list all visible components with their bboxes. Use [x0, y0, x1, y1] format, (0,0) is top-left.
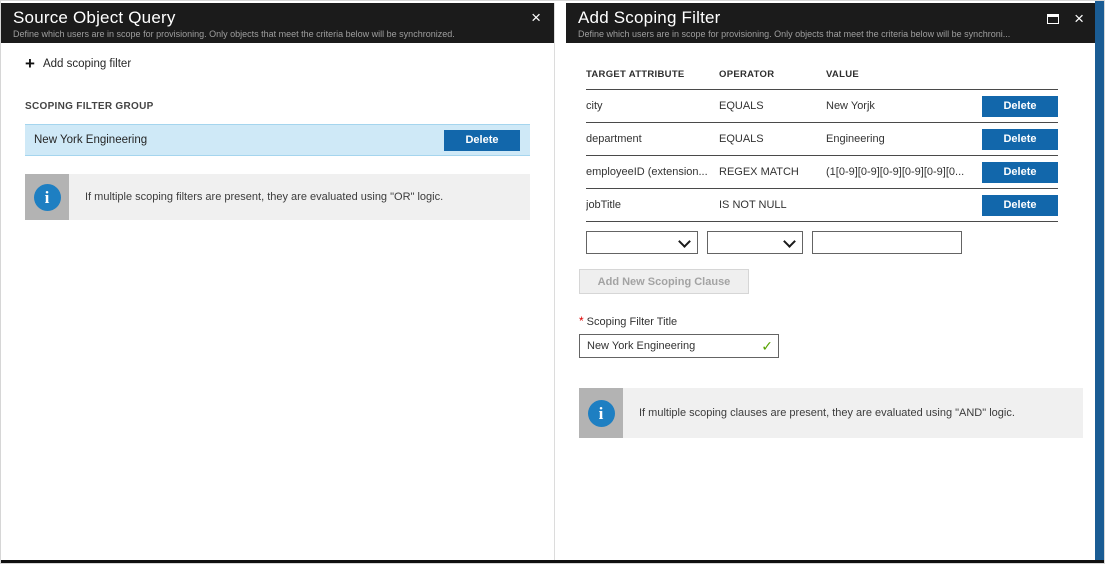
add-new-scoping-clause-button[interactable]: Add New Scoping Clause	[579, 269, 749, 294]
new-clause-row	[586, 231, 1097, 254]
clause-operator: EQUALS	[719, 123, 826, 156]
plus-icon: +	[25, 57, 35, 71]
add-scoping-filter-header: Add Scoping Filter Define which users ar…	[566, 3, 1097, 43]
clause-operator: IS NOT NULL	[719, 189, 826, 222]
scoping-clauses-table: TARGET ATTRIBUTE OPERATOR VALUE city EQU…	[586, 57, 1058, 222]
column-header-operator: OPERATOR	[719, 57, 826, 90]
clause-value	[826, 189, 982, 222]
info-icon-cell: i	[579, 388, 623, 438]
table-row-actions: Delete	[982, 156, 1058, 189]
delete-filter-group-button[interactable]: Delete	[444, 130, 520, 151]
clause-operator: EQUALS	[719, 90, 826, 123]
add-scoping-filter-button[interactable]: + Add scoping filter	[25, 57, 554, 71]
table-row-actions: Delete	[982, 189, 1058, 222]
bottom-border-bar	[1, 560, 1104, 563]
new-clause-operator-select[interactable]	[707, 231, 803, 254]
column-header-actions	[982, 57, 1058, 90]
column-header-target-attribute: TARGET ATTRIBUTE	[586, 57, 719, 90]
page-title: Source Object Query	[13, 7, 514, 28]
clause-attribute: department	[586, 123, 719, 156]
new-clause-value-input[interactable]	[812, 231, 962, 254]
clause-value: New Yorjk	[826, 90, 982, 123]
info-icon: i	[34, 184, 61, 211]
scoping-filter-group-row[interactable]: New York Engineering Delete	[25, 124, 530, 156]
info-icon: i	[588, 400, 615, 427]
clause-attribute: employeeID (extension...	[586, 156, 719, 189]
clause-attribute: city	[586, 90, 719, 123]
or-logic-infobox: i If multiple scoping filters are presen…	[25, 174, 530, 220]
scoping-filter-group-section: SCOPING FILTER GROUP New York Engineerin…	[25, 101, 530, 156]
azure-portal-screen: Source Object Query Define which users a…	[0, 0, 1105, 564]
delete-clause-button[interactable]: Delete	[982, 195, 1058, 216]
scoping-filter-title-input[interactable]	[579, 334, 779, 358]
and-logic-infobox: i If multiple scoping clauses are presen…	[579, 388, 1083, 438]
info-icon-cell: i	[25, 174, 69, 220]
clause-attribute: jobTitle	[586, 189, 719, 222]
column-header-value: VALUE	[826, 57, 982, 90]
or-logic-text: If multiple scoping filters are present,…	[69, 174, 459, 220]
delete-clause-button[interactable]: Delete	[982, 96, 1058, 117]
blade-window-controls: ×	[1047, 12, 1084, 26]
next-blade-edge-strip	[1095, 1, 1104, 560]
close-icon[interactable]: ×	[1074, 12, 1084, 26]
source-object-query-body: + Add scoping filter SCOPING FILTER GROU…	[1, 57, 554, 220]
scoping-filter-title-label: *Scoping Filter Title	[579, 314, 1097, 328]
blade-add-scoping-filter: Add Scoping Filter Define which users ar…	[566, 3, 1097, 560]
page-subtitle: Define which users are in scope for prov…	[578, 29, 1057, 40]
chevron-down-icon	[783, 235, 796, 248]
blade-source-object-query: Source Object Query Define which users a…	[1, 3, 555, 560]
maximize-icon[interactable]	[1047, 14, 1059, 24]
page-title: Add Scoping Filter	[578, 7, 1057, 28]
clause-value: (1[0-9][0-9][0-9][0-9][0-9][0...	[826, 156, 982, 189]
clause-operator: REGEX MATCH	[719, 156, 826, 189]
chevron-down-icon	[678, 235, 691, 248]
table-row-actions: Delete	[982, 90, 1058, 123]
source-object-query-header: Source Object Query Define which users a…	[1, 3, 554, 43]
and-logic-text: If multiple scoping clauses are present,…	[623, 388, 1031, 438]
page-subtitle: Define which users are in scope for prov…	[13, 29, 514, 40]
delete-clause-button[interactable]: Delete	[982, 129, 1058, 150]
add-scoping-filter-body: TARGET ATTRIBUTE OPERATOR VALUE city EQU…	[566, 57, 1097, 438]
scoping-filter-title-field: ✓	[579, 334, 779, 358]
add-scoping-filter-label: Add scoping filter	[43, 58, 131, 70]
scoping-filter-title-text: Scoping Filter Title	[587, 316, 677, 328]
table-row-actions: Delete	[982, 123, 1058, 156]
delete-clause-button[interactable]: Delete	[982, 162, 1058, 183]
scoping-filter-name: New York Engineering	[34, 134, 147, 146]
valid-checkmark-icon: ✓	[761, 338, 773, 355]
clause-value: Engineering	[826, 123, 982, 156]
new-clause-attribute-select[interactable]	[586, 231, 698, 254]
scoping-filter-group-header: SCOPING FILTER GROUP	[25, 101, 530, 112]
close-icon[interactable]: ×	[531, 9, 541, 26]
required-asterisk: *	[579, 314, 584, 328]
